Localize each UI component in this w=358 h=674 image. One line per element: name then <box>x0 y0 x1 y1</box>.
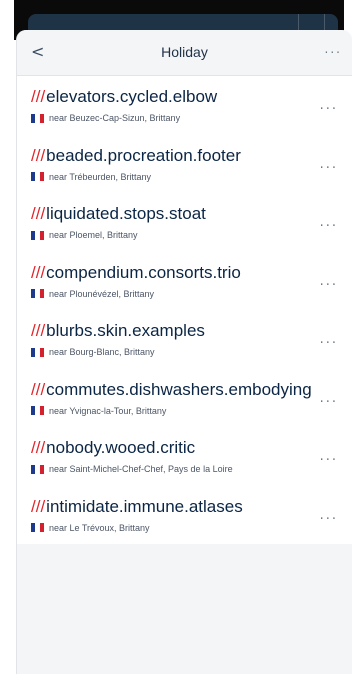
near-location: near Plounévézel, Brittany <box>49 288 155 299</box>
more-options-button[interactable]: ... <box>325 42 342 56</box>
address-words: intimidate.immune.atlases <box>46 496 243 516</box>
near-location: near Trébeurden, Brittany <box>49 171 152 182</box>
address-words: compendium.consorts.trio <box>46 262 241 282</box>
location-row: near Trébeurden, Brittany <box>31 171 308 183</box>
list-item[interactable]: ///intimidate.immune.atlases near Le Tré… <box>17 485 352 544</box>
near-location: near Ploemel, Brittany <box>49 230 138 240</box>
location-row: near Saint-Michel-Chef-Chef, Pays de la … <box>31 463 308 475</box>
item-menu-button[interactable]: ... <box>320 391 338 406</box>
item-menu-button[interactable]: ... <box>320 274 338 289</box>
location-row: near Ploemel, Brittany <box>31 229 308 241</box>
list-item[interactable]: ///beaded.procreation.footer near Trébeu… <box>17 134 352 193</box>
slashes-logo: /// <box>31 496 46 516</box>
france-flag-icon <box>31 230 44 240</box>
near-location: near Beuzec-Cap-Sizun, Brittany <box>49 113 181 123</box>
france-flag-icon <box>31 464 44 474</box>
item-menu-button[interactable]: ... <box>320 332 338 347</box>
three-word-address: ///beaded.procreation.footer <box>31 145 308 167</box>
three-word-address: ///elevators.cycled.elbow <box>31 86 308 108</box>
list-item[interactable]: ///compendium.consorts.trio near Plounév… <box>17 251 352 310</box>
location-row: near Plounévézel, Brittany <box>31 288 308 300</box>
address-words: nobody.wooed.critic <box>46 438 196 457</box>
address-words: commutes.dishwashers.embodying <box>46 379 312 399</box>
france-flag-icon <box>31 172 44 181</box>
near-location: near Bourg-Blanc, Brittany <box>49 347 155 357</box>
item-menu-button[interactable]: ... <box>320 449 338 464</box>
item-menu-button[interactable]: ... <box>320 157 338 172</box>
address-words: elevators.cycled.elbow <box>46 87 218 106</box>
list-title: Holiday <box>161 44 208 60</box>
location-row: near Bourg-Blanc, Brittany <box>31 346 308 358</box>
location-row: near Le Trévoux, Brittany <box>31 522 308 534</box>
address-words: liquidated.stops.stoat <box>46 204 206 223</box>
address-list: ///elevators.cycled.elbow near Beuzec-Ca… <box>17 76 352 544</box>
location-row: near Yvignac-la-Tour, Brittany <box>31 405 308 417</box>
list-item[interactable]: ///liquidated.stops.stoat near Ploemel, … <box>17 193 352 252</box>
address-words: beaded.procreation.footer <box>46 145 241 165</box>
three-word-address: ///liquidated.stops.stoat <box>31 203 308 225</box>
item-menu-button[interactable]: ... <box>320 508 338 523</box>
slashes-logo: /// <box>31 379 46 399</box>
list-header: < Holiday ... <box>17 30 352 76</box>
list-item[interactable]: ///blurbs.skin.examples near Bourg-Blanc… <box>17 310 352 369</box>
france-flag-icon <box>31 406 44 415</box>
list-item[interactable]: ///commutes.dishwashers.embodying near Y… <box>17 368 352 427</box>
three-word-address: ///nobody.wooed.critic <box>31 437 308 459</box>
three-word-address: ///compendium.consorts.trio <box>31 262 308 284</box>
list-item[interactable]: ///elevators.cycled.elbow near Beuzec-Ca… <box>17 76 352 135</box>
list-item[interactable]: ///nobody.wooed.critic near Saint-Michel… <box>17 427 352 486</box>
slashes-logo: /// <box>31 438 46 457</box>
france-flag-icon <box>31 523 44 532</box>
three-word-address: ///blurbs.skin.examples <box>31 320 308 342</box>
slashes-logo: /// <box>31 262 46 282</box>
list-sheet: < Holiday ... ///elevators.cycled.elbow … <box>16 30 352 674</box>
item-menu-button[interactable]: ... <box>320 98 338 113</box>
slashes-logo: /// <box>31 145 46 165</box>
slashes-logo: /// <box>31 87 46 106</box>
france-flag-icon <box>31 113 44 123</box>
near-location: near Yvignac-la-Tour, Brittany <box>49 405 167 416</box>
france-flag-icon <box>31 347 44 357</box>
three-word-address: ///commutes.dishwashers.embodying <box>31 379 312 401</box>
three-word-address: ///intimidate.immune.atlases <box>31 496 308 518</box>
slashes-logo: /// <box>31 321 46 340</box>
slashes-logo: /// <box>31 204 46 223</box>
near-location: near Le Trévoux, Brittany <box>49 522 150 533</box>
item-menu-button[interactable]: ... <box>320 215 338 230</box>
location-row: near Beuzec-Cap-Sizun, Brittany <box>31 112 308 124</box>
address-words: blurbs.skin.examples <box>46 321 205 340</box>
near-location: near Saint-Michel-Chef-Chef, Pays de la … <box>49 464 233 474</box>
france-flag-icon <box>31 289 44 298</box>
